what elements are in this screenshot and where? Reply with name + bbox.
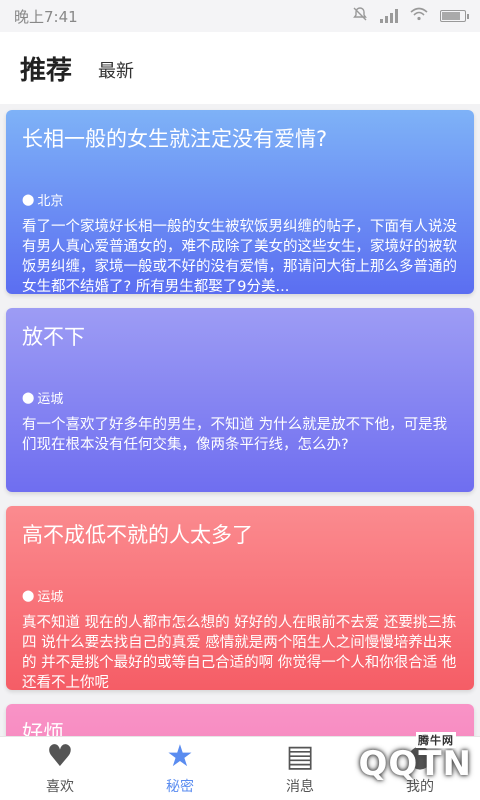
tab-latest[interactable]: 最新: [98, 57, 134, 83]
post-title: 长相一般的女生就注定没有爱情?: [22, 127, 328, 151]
watermark-small: 腾牛网: [416, 732, 456, 748]
status-icons: [352, 6, 469, 26]
wifi-icon: [410, 7, 428, 25]
post-body: 真不知道 现在的人都市怎么想的 好好的人在眼前不去爱 还要挑三拣四 说什么要去找…: [22, 615, 457, 691]
nav-like[interactable]: ♥ 喜欢: [0, 737, 120, 800]
nav-label: 秘密: [166, 778, 194, 795]
mute-bell-icon: [352, 6, 368, 26]
header: 推荐 最新: [0, 32, 480, 104]
post-feed[interactable]: 长相一般的女生就注定没有爱情? ⬤ 北京 看了一个家境好长相一般的女生被软饭男纠…: [0, 104, 480, 736]
nav-secret[interactable]: ★ 秘密: [120, 737, 240, 800]
post-location: ⬤ 北京: [22, 190, 460, 209]
post-card[interactable]: 放不下 ⬤ 运城 有一个喜欢了好多年的男生，不知道 为什么就是放不下他，可是我们…: [6, 308, 474, 492]
location-pin-icon: ⬤: [22, 391, 35, 404]
post-title: 高不成低不就的人太多了: [22, 523, 253, 547]
post-card[interactable]: 长相一般的女生就注定没有爱情? ⬤ 北京 看了一个家境好长相一般的女生被软饭男纠…: [6, 110, 474, 295]
post-card[interactable]: 好烦: [6, 704, 474, 736]
nav-label: 喜欢: [46, 778, 74, 795]
battery-icon: [440, 10, 469, 22]
post-location-text: 运城: [37, 392, 64, 407]
post-card[interactable]: 高不成低不就的人太多了 ⬤ 运城 真不知道 现在的人都市怎么想的 好好的人在眼前…: [6, 506, 474, 691]
location-pin-icon: ⬤: [22, 193, 35, 206]
watermark-logo: 腾牛网 QQTN: [292, 732, 472, 794]
post-body: 看了一个家境好长相一般的女生被软饭男纠缠的帖子，下面有人说没有男人真心爱普通女的…: [22, 219, 457, 295]
location-pin-icon: ⬤: [22, 589, 35, 602]
post-location: ⬤ 运城: [22, 388, 460, 407]
heart-icon: ♥: [46, 738, 74, 774]
bottom-nav: ♥ 喜欢 ★ 秘密 ▤ 消息 ● 我的 腾牛网 QQTN: [0, 732, 480, 800]
post-location: ⬤ 运城: [22, 586, 460, 605]
post-location-text: 北京: [37, 194, 64, 209]
star-icon: ★: [166, 738, 194, 774]
status-time: 晚上7:41: [14, 7, 78, 26]
watermark-text: QQTN: [358, 744, 472, 784]
tab-recommend[interactable]: 推荐: [20, 50, 72, 87]
post-title: 放不下: [22, 325, 85, 349]
post-location-text: 运城: [37, 590, 64, 605]
post-body: 有一个喜欢了好多年的男生，不知道 为什么就是放不下他，可是我们现在根本没有任何交…: [22, 417, 448, 453]
signal-icon: [380, 9, 398, 23]
status-bar: 晚上7:41: [0, 0, 480, 32]
